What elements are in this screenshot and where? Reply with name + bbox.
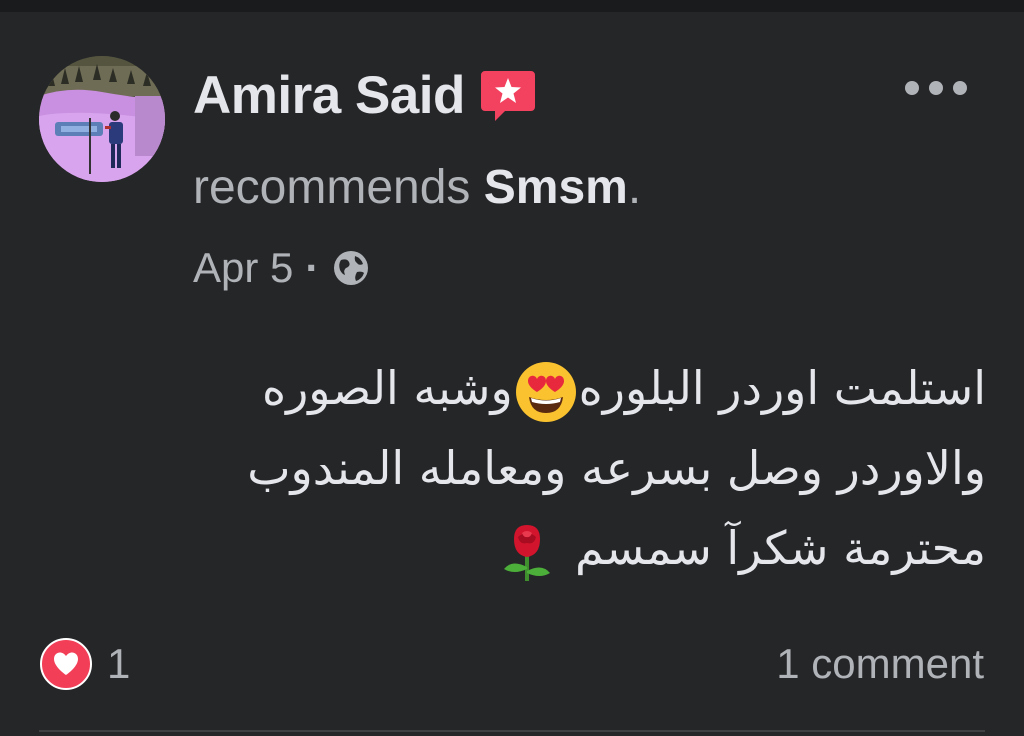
top-strip: [0, 0, 1024, 12]
divider: [39, 730, 985, 732]
love-reaction-icon: [39, 637, 93, 691]
post-meta: Apr 5 ·: [193, 240, 371, 296]
globe-icon[interactable]: [331, 248, 371, 288]
heart-eyes-emoji: [513, 359, 579, 425]
post-line-1: استلمت اوردر البلوره وشبه الصوره: [150, 348, 986, 428]
post-text-segment: استلمت اوردر البلوره: [578, 361, 986, 415]
action-text: recommends: [193, 161, 471, 214]
more-options-button[interactable]: [905, 72, 967, 104]
comment-count-link[interactable]: 1 comment: [776, 637, 984, 691]
author-row: Amira Said: [193, 66, 537, 126]
recommendation-star-icon: [479, 67, 537, 125]
avatar[interactable]: [39, 56, 165, 182]
more-horizontal-icon: [905, 81, 919, 95]
page-link[interactable]: Smsm: [484, 161, 628, 214]
author-name[interactable]: Amira Said: [193, 66, 465, 126]
post-line-2: والاوردر وصل بسرعه ومعامله المندوب: [247, 441, 986, 495]
post-text-segment: وشبه الصوره: [261, 361, 513, 415]
meta-separator: ·: [305, 244, 320, 291]
rose-emoji: [494, 519, 560, 585]
period: .: [627, 161, 642, 214]
post-line-3: محترمة شكرآ سمسم: [150, 508, 986, 588]
reactions-summary[interactable]: 1: [39, 637, 130, 691]
post-date[interactable]: Apr 5: [193, 244, 293, 292]
post-text-segment: محترمة شكرآ سمسم: [574, 521, 986, 575]
recommendation-line: recommends Smsm.: [193, 160, 641, 216]
reaction-count: 1: [107, 640, 131, 687]
post-body: استلمت اوردر البلوره وشبه الصوره والاورد…: [150, 348, 986, 588]
